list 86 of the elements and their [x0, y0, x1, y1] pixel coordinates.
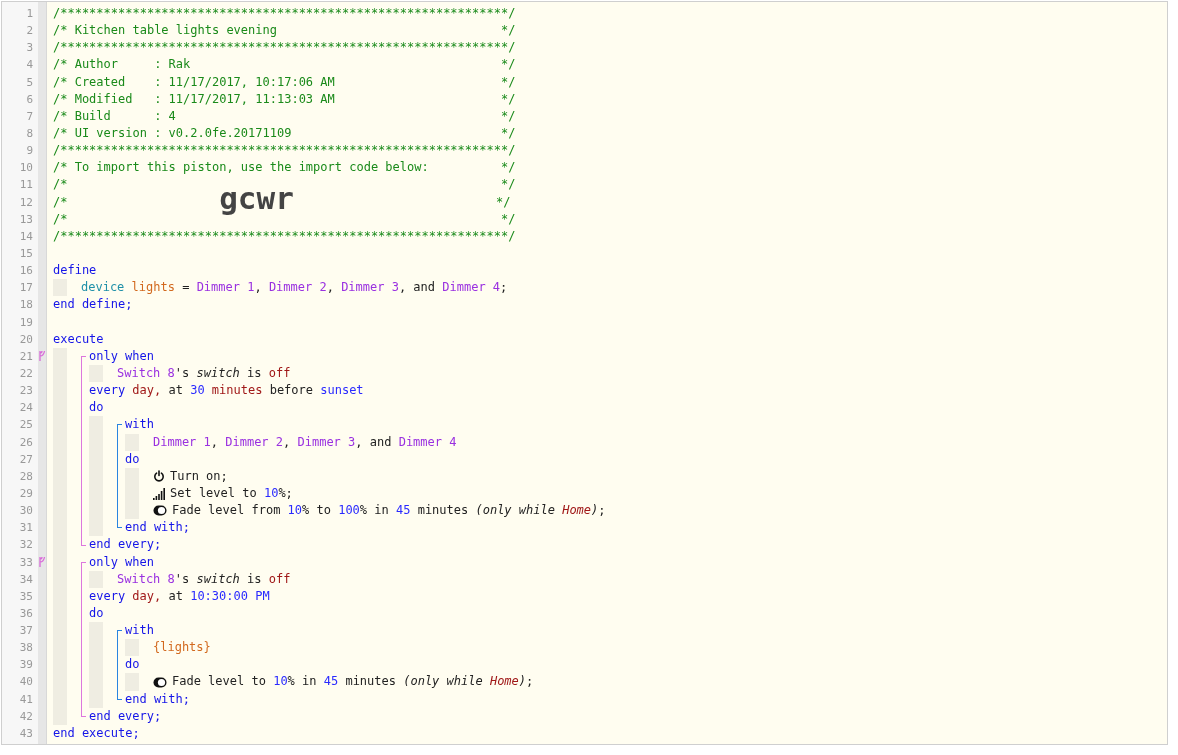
code-line: /**************************************************************/	[53, 5, 516, 22]
line-number: 10	[18, 160, 34, 177]
line-number: 1	[25, 6, 34, 22]
line-number: 9	[25, 143, 34, 160]
line-number: 29	[18, 485, 34, 502]
line-number: 43	[18, 725, 34, 742]
line-number: 42	[18, 708, 34, 725]
line-number: 11	[18, 177, 34, 194]
line-number: 31	[18, 520, 34, 537]
code-line: /* Created : 11/17/2017, 10:17:06 AM */	[53, 73, 516, 91]
code-line: with	[125, 622, 154, 640]
line-number: 37	[18, 623, 34, 640]
line-number: 8	[25, 126, 34, 142]
line-number: 25	[18, 417, 34, 434]
line-number: 23	[18, 383, 34, 400]
code-line: /* Modified : 11/17/2017, 11:13:03 AM */	[53, 90, 516, 108]
code-line: execute	[53, 330, 104, 348]
line-number: 28	[18, 468, 34, 485]
code-line: end define;	[53, 296, 133, 314]
code-line: only when	[89, 553, 155, 571]
code-line: /* To import this piston, use the import code below: */	[53, 159, 516, 177]
code-line: every day, at 10:30:00 PM	[89, 587, 270, 605]
signal-bars-icon	[153, 487, 165, 500]
code-line: end every;	[89, 536, 162, 554]
code-line: do	[89, 399, 104, 417]
line-number: 26	[18, 434, 34, 451]
code-line: /**************************************************************/	[53, 227, 516, 245]
line-number: 24	[18, 400, 34, 417]
line-number: 14	[18, 228, 34, 245]
line-number: 3	[25, 40, 34, 57]
line-number: 18	[18, 297, 34, 314]
code-line: device lights = Dimmer 1, Dimmer 2, Dimmer 3, and Dimmer 4;	[81, 279, 508, 297]
line-number: 20	[18, 331, 34, 348]
line-number: 27	[18, 451, 34, 468]
line-number: 39	[18, 657, 34, 674]
code-line: with	[125, 416, 154, 434]
line-number: 16	[18, 263, 34, 280]
line-number: 6	[25, 91, 34, 108]
line-number: 38	[18, 640, 34, 657]
code-line: Fade level to 10% in 45 minutes (only while Home);	[172, 673, 534, 691]
code-line: Turn on;	[170, 467, 228, 485]
code-line: end with;	[125, 690, 191, 708]
code-line: Switch 8's switch is off	[117, 570, 291, 588]
code-line: end every;	[89, 707, 162, 725]
code-line: /* Build : 4 */	[53, 107, 516, 125]
toggle-icon	[153, 676, 167, 688]
code-line: Fade level from 10% to 100% in 45 minutes (only while Home);	[172, 502, 606, 520]
code-line: do	[125, 450, 140, 468]
line-number: 32	[18, 537, 34, 554]
line-number: 4	[25, 57, 34, 74]
line-number: 40	[18, 674, 34, 691]
code-line: /**************************************************************/	[53, 39, 516, 57]
code-line: Dimmer 1, Dimmer 2, Dimmer 3, and Dimmer 4	[153, 433, 457, 451]
line-number: 19	[18, 314, 34, 331]
code-line: end with;	[125, 519, 191, 537]
line-number: 17	[18, 280, 34, 297]
line-number: 12	[18, 194, 34, 211]
line-number: 7	[25, 108, 34, 125]
line-number: 15	[18, 245, 34, 262]
line-number: 2	[25, 23, 34, 40]
line-number: 33	[18, 554, 34, 571]
code-line: /* Author : Rak */	[53, 56, 516, 74]
line-number: 36	[18, 605, 34, 622]
code-line: only when	[89, 347, 155, 365]
power-icon	[153, 470, 165, 483]
code-line: define	[53, 262, 97, 280]
code-line: end execute;	[53, 724, 140, 742]
code-line: /**************************************************************/	[53, 142, 516, 160]
code-line: do	[89, 604, 104, 622]
line-number: 5	[25, 74, 34, 91]
line-number: 22	[18, 365, 34, 382]
line-number: 30	[18, 503, 34, 520]
line-number: 41	[18, 691, 34, 708]
code-line: Switch 8's switch is off	[117, 364, 291, 382]
line-number: 34	[18, 571, 34, 588]
code-line: /* */	[53, 176, 516, 192]
code-line: do	[125, 656, 140, 674]
code-line: {lights}	[153, 639, 211, 657]
toggle-icon	[153, 505, 167, 517]
line-number: 21	[18, 348, 34, 365]
code-line: every day, at 30 minutes before sunset	[89, 382, 364, 400]
code-line: Set level to 10%;	[170, 484, 293, 502]
code-line: /* Kitchen table lights evening */	[53, 22, 516, 40]
line-number: 35	[18, 588, 34, 605]
line-number: 13	[18, 211, 34, 228]
code-line: /* UI version : v0.2.0fe.20171109 */	[53, 125, 516, 142]
